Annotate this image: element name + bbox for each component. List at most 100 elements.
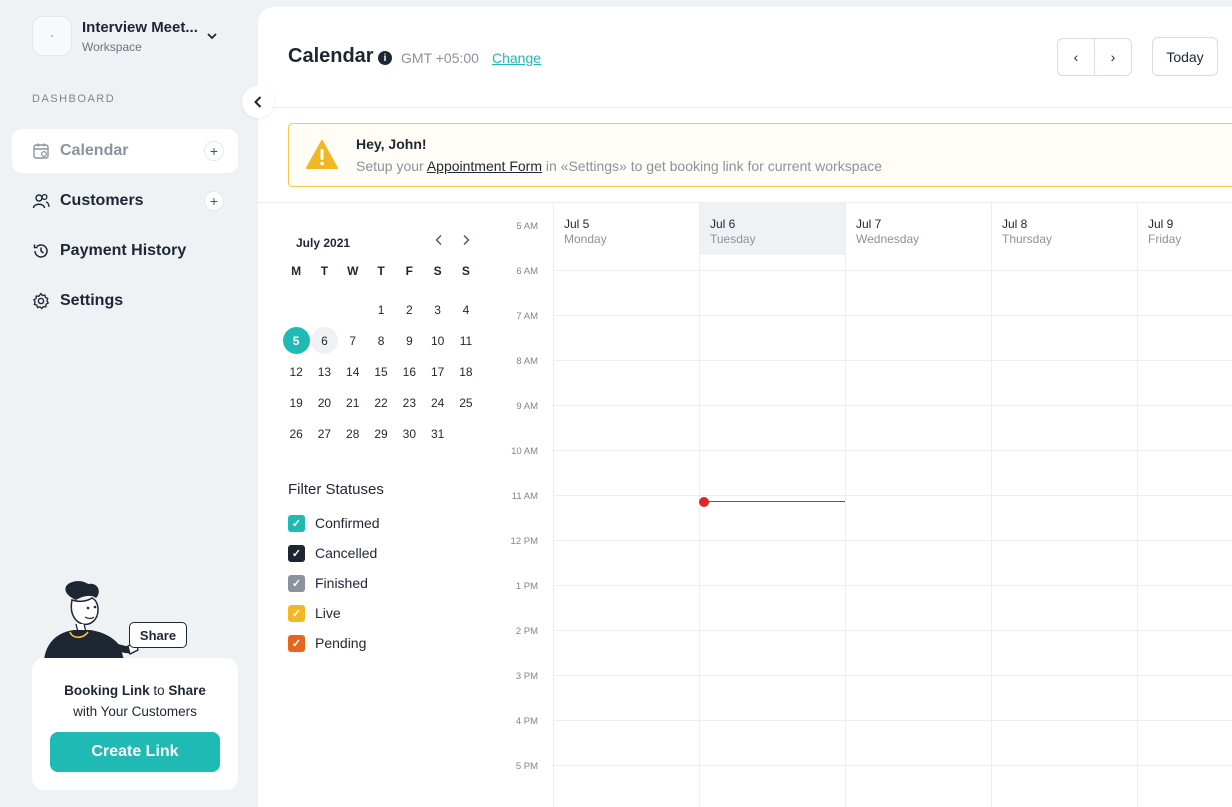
prev-week-button[interactable]: ‹	[1058, 39, 1095, 75]
mini-calendar-day[interactable]: 8	[367, 325, 395, 356]
mini-calendar-day[interactable]: 24	[423, 387, 451, 418]
share-bubble: Share	[129, 622, 187, 648]
collapse-sidebar-button[interactable]	[242, 86, 274, 118]
day-header[interactable]: Jul 7 Wednesday	[846, 203, 991, 255]
mini-calendar-day[interactable]: 22	[367, 387, 395, 418]
day-header[interactable]: Jul 9 Friday	[1138, 203, 1232, 255]
checkbox-checked-icon[interactable]: ✓	[288, 544, 305, 562]
hour-line	[553, 270, 1232, 271]
sidebar-item-payment-history[interactable]: Payment History	[12, 229, 238, 273]
checkbox-checked-icon[interactable]: ✓	[288, 574, 305, 592]
setup-alert: Hey, John! Setup your Appointment Form i…	[288, 123, 1232, 187]
mini-calendar-day[interactable]: 11	[452, 325, 480, 356]
day-column[interactable]: Jul 5 Monday	[553, 203, 699, 807]
info-icon[interactable]: i	[378, 51, 392, 65]
day-column[interactable]: Jul 7 Wednesday	[845, 203, 991, 807]
mini-calendar-day[interactable]: 19	[282, 387, 310, 418]
filter-finished[interactable]: ✓ Finished	[288, 568, 384, 598]
mini-calendar-day[interactable]: 12	[282, 356, 310, 387]
mini-calendar-day[interactable]: 25	[452, 387, 480, 418]
mini-calendar-title: July 2021	[296, 236, 351, 250]
checkbox-checked-icon[interactable]: ✓	[288, 604, 305, 622]
time-label: 10 AM	[511, 446, 538, 457]
chevron-down-icon[interactable]	[206, 29, 218, 43]
time-label: 2 PM	[515, 626, 538, 637]
hour-line	[553, 720, 1232, 721]
mini-calendar-day[interactable]: 10	[423, 325, 451, 356]
mini-calendar-day[interactable]: 13	[310, 356, 338, 387]
mini-calendar-day[interactable]: 27	[310, 418, 338, 449]
mini-calendar-day[interactable]: 2	[395, 294, 423, 325]
alert-title: Hey, John!	[356, 136, 427, 152]
today-button[interactable]: Today	[1152, 37, 1218, 76]
mini-prev-month-button[interactable]	[434, 233, 444, 249]
appointment-form-link[interactable]: Appointment Form	[427, 158, 542, 174]
time-label: 11 AM	[511, 491, 538, 502]
weekday-label: W	[347, 264, 359, 278]
mini-calendar-day[interactable]: 28	[339, 418, 367, 449]
mini-calendar-day[interactable]: 20	[310, 387, 338, 418]
day-header[interactable]: Jul 6 Tuesday	[700, 203, 845, 255]
page-title: Calendar	[288, 45, 374, 67]
day-header[interactable]: Jul 8 Thursday	[992, 203, 1137, 255]
checkbox-checked-icon[interactable]: ✓	[288, 514, 305, 532]
alert-text: Setup your Appointment Form in «Settings…	[356, 158, 883, 174]
mini-calendar-day[interactable]: 29	[367, 418, 395, 449]
workspace-switcher[interactable]: ▲ Interview Meet... Workspace	[32, 16, 218, 56]
day-date: Jul 9	[1148, 217, 1174, 231]
add-customer-button[interactable]: +	[204, 191, 224, 211]
mini-next-month-button[interactable]	[461, 233, 471, 249]
sidebar-item-customers[interactable]: Customers +	[12, 179, 238, 223]
mini-calendar-day[interactable]: 14	[339, 356, 367, 387]
mini-calendar-day[interactable]: 7	[339, 325, 367, 356]
mini-calendar-day[interactable]: 21	[339, 387, 367, 418]
day-date: Jul 7	[856, 217, 882, 231]
hour-line	[553, 630, 1232, 631]
main-panel: Calendar i GMT +05:00 Change ‹ › Today H…	[258, 7, 1232, 807]
sidebar-item-calendar[interactable]: Calendar +	[12, 129, 238, 173]
sidebar-item-settings[interactable]: Settings	[12, 279, 238, 323]
filter-pending[interactable]: ✓ Pending	[288, 628, 384, 658]
add-appointment-button[interactable]: +	[204, 141, 224, 161]
create-link-button[interactable]: Create Link	[50, 732, 220, 772]
checkbox-checked-icon[interactable]: ✓	[288, 634, 305, 652]
hour-line	[553, 405, 1232, 406]
workspace-name: Interview Meet...	[82, 18, 198, 36]
section-label: DASHBOARD	[32, 93, 116, 105]
mini-calendar-day[interactable]: 1	[367, 294, 395, 325]
mini-calendar-day[interactable]: 23	[395, 387, 423, 418]
mini-calendar-day[interactable]: 3	[423, 294, 451, 325]
mini-calendar-day[interactable]: 9	[395, 325, 423, 356]
day-column[interactable]: Jul 9 Friday	[1137, 203, 1232, 807]
empty-day	[339, 294, 367, 325]
day-column[interactable]: Jul 8 Thursday	[991, 203, 1137, 807]
filter-confirmed[interactable]: ✓ Confirmed	[288, 508, 384, 538]
mini-calendar-day[interactable]: 4	[452, 294, 480, 325]
time-label: 3 PM	[515, 671, 538, 682]
mini-calendar-day[interactable]: 15	[367, 356, 395, 387]
filter-label: Cancelled	[315, 545, 378, 561]
filter-live[interactable]: ✓ Live	[288, 598, 384, 628]
gear-icon	[32, 292, 50, 310]
mini-calendar-day[interactable]: 26	[282, 418, 310, 449]
mini-calendar-day[interactable]: 5	[282, 325, 310, 356]
mini-calendar-day[interactable]: 17	[423, 356, 451, 387]
day-name: Wednesday	[856, 232, 920, 246]
mini-calendar-day[interactable]: 6	[310, 325, 338, 356]
day-date: Jul 8	[1002, 217, 1028, 231]
hour-line	[553, 495, 1232, 496]
weekday-label: M	[291, 264, 302, 278]
filter-label: Pending	[315, 635, 367, 651]
day-header[interactable]: Jul 5 Monday	[554, 203, 699, 255]
mini-calendar-day[interactable]: 18	[452, 356, 480, 387]
filter-label: Live	[315, 605, 341, 621]
next-week-button[interactable]: ›	[1095, 39, 1131, 75]
filter-cancelled[interactable]: ✓ Cancelled	[288, 538, 384, 568]
filter-statuses: Filter Statuses ✓ Confirmed ✓ Cancelled ✓ Fin…	[288, 481, 384, 658]
mini-calendar-day[interactable]: 30	[395, 418, 423, 449]
mini-calendar-day[interactable]: 16	[395, 356, 423, 387]
day-column[interactable]: Jul 6 Tuesday	[699, 203, 845, 807]
time-label: 9 AM	[516, 401, 538, 412]
change-timezone-link[interactable]: Change	[492, 50, 541, 66]
mini-calendar-day[interactable]: 31	[423, 418, 451, 449]
